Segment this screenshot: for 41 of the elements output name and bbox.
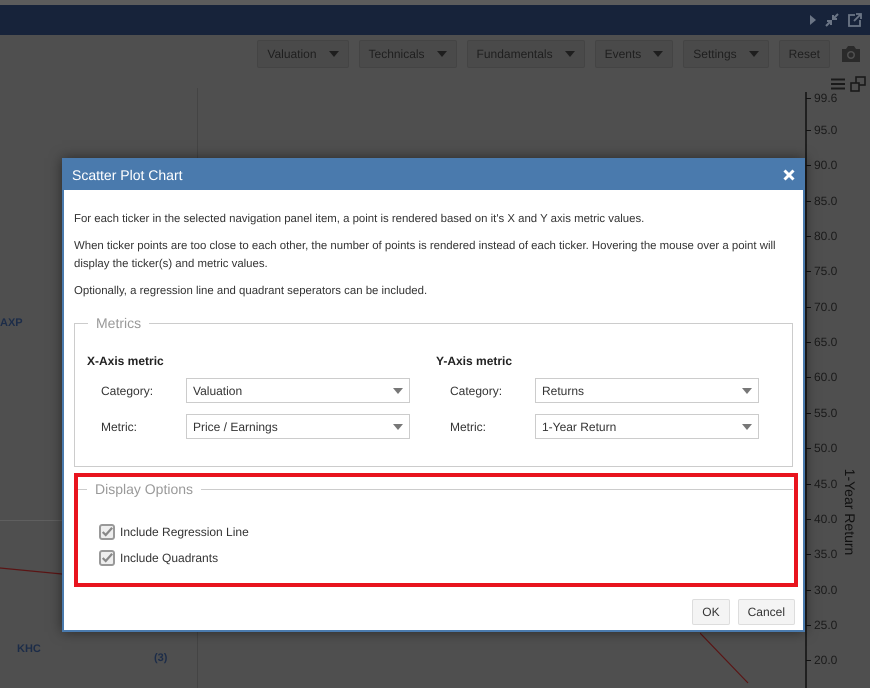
caret-icon [328, 50, 339, 56]
checkbox-label: Include Regression Line [120, 524, 249, 541]
column-heading: X-Axis metric [87, 353, 165, 370]
select-field[interactable]: Price / Earnings [186, 414, 410, 439]
checkbox[interactable] [99, 550, 115, 566]
caret-icon [393, 424, 403, 430]
dialog-button[interactable]: Cancel [738, 599, 795, 625]
axis-title: 1-Year Return [842, 468, 858, 556]
caret-icon [436, 50, 447, 56]
group-legend: Metrics [88, 316, 150, 331]
restore-icon[interactable] [850, 76, 866, 92]
menu-icon[interactable] [831, 78, 845, 90]
camera-icon[interactable] [840, 44, 862, 62]
select-field[interactable]: Returns [535, 378, 759, 403]
caret-icon [742, 424, 752, 430]
checkbox-label: Include Quadrants [120, 550, 218, 567]
select-field[interactable]: Valuation [186, 378, 410, 403]
caret-icon [748, 50, 759, 56]
play-icon[interactable] [809, 15, 817, 25]
caret-icon [653, 50, 664, 56]
column-heading: Y-Axis metric [436, 353, 514, 370]
caret-icon [742, 388, 752, 394]
dialog-button[interactable]: OK [692, 599, 730, 625]
select-field[interactable]: 1-Year Return [535, 414, 759, 439]
close-icon[interactable] [783, 169, 795, 181]
paragraph: For each ticker in the selected navigation panel item, a point is rendered based on it's X and Y axis metric values. [74, 212, 646, 227]
paragraph: When ticker points are too close to each other, the number of points is rendered instead of each ticker. Hovering the mouse over a point will display the ticker(s) and metric values. [74, 239, 777, 272]
checkbox[interactable] [99, 524, 115, 540]
group-legend: Display Options [87, 482, 202, 497]
regression-line [700, 632, 750, 684]
dialog-title: Scatter Plot Chart [72, 166, 182, 184]
caret-icon [564, 50, 575, 56]
external-link-icon[interactable] [847, 12, 862, 28]
field-label: Metric: [101, 418, 138, 436]
regression-line [0, 567, 62, 575]
paragraph: Optionally, a regression line and quadrant seperators can be included. [74, 284, 428, 299]
field-label: Category: [101, 382, 154, 400]
collapse-icon[interactable] [825, 13, 839, 27]
caret-icon [393, 388, 403, 394]
field-label: Metric: [450, 418, 487, 436]
field-label: Category: [450, 382, 504, 400]
